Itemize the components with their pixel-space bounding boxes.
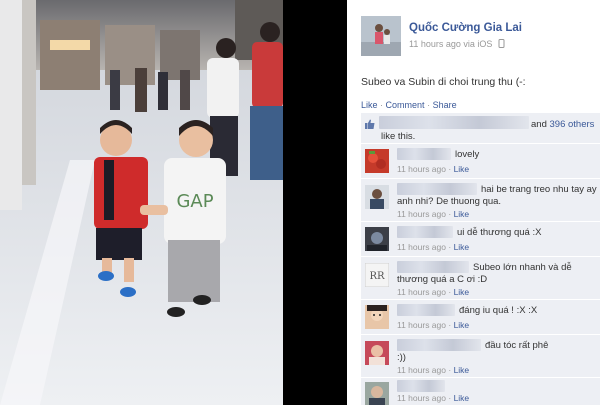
comment-time[interactable]: 11 hours ago xyxy=(397,209,446,219)
comment-text: ui dễ thương quá :X xyxy=(457,227,542,238)
comment-like-link[interactable]: Like xyxy=(454,393,470,403)
commenter-avatar[interactable] xyxy=(365,149,389,173)
comment-item: đầu tóc rất phê :)) 11 hours ago · Like xyxy=(361,335,600,378)
commenter-avatar[interactable] xyxy=(365,185,389,209)
comment-time[interactable]: 11 hours ago xyxy=(397,320,446,330)
comment-like-link[interactable]: Like xyxy=(454,365,470,375)
comment-text: hai be trang treo nhu tay ay xyxy=(481,184,597,195)
blurred-names xyxy=(379,116,529,129)
comment-meta: 11 hours ago · Like xyxy=(397,164,470,174)
comment-link[interactable]: Comment xyxy=(386,100,425,110)
timestamp-text[interactable]: 11 hours ago via iOS xyxy=(409,39,492,49)
comment-time[interactable]: 11 hours ago xyxy=(397,393,446,403)
post-message: Subeo va Subin di choi trung thu (-: xyxy=(361,76,526,88)
comment-item: 11 hours ago · Like xyxy=(361,378,600,405)
separator: · xyxy=(427,100,431,110)
commenter-name-blurred[interactable] xyxy=(397,261,469,273)
page-avatar[interactable] xyxy=(361,16,401,56)
comment-like-link[interactable]: Like xyxy=(454,164,470,174)
commenter-avatar[interactable] xyxy=(365,305,389,329)
comment-like-link[interactable]: Like xyxy=(454,209,470,219)
others-link[interactable]: 396 others xyxy=(550,119,595,130)
feedback-box: and 396 others like this. lovely 11 hour… xyxy=(361,113,600,405)
comment-text-line2: :)) xyxy=(397,352,406,363)
share-link[interactable]: Share xyxy=(433,100,457,110)
comment-time[interactable]: 11 hours ago xyxy=(397,242,446,252)
comment-like-link[interactable]: Like xyxy=(454,287,470,297)
likes-and: and 396 others xyxy=(531,119,595,130)
ios-icon xyxy=(498,39,505,48)
comment-meta: 11 hours ago · Like xyxy=(397,365,470,375)
commenter-avatar[interactable] xyxy=(365,382,389,405)
comment-time[interactable]: 11 hours ago xyxy=(397,164,446,174)
thumbs-up-icon xyxy=(365,119,375,129)
commenter-avatar[interactable]: RR xyxy=(365,263,389,287)
commenter-name-blurred[interactable] xyxy=(397,183,477,195)
comment-item: hai be trang treo nhu tay ay anh nhi? De… xyxy=(361,179,600,222)
separator: · xyxy=(380,100,384,110)
comment-like-link[interactable]: Like xyxy=(454,242,470,252)
page-name-link[interactable]: Quốc Cường Gia Lai xyxy=(409,22,522,34)
comment-meta: 11 hours ago · Like xyxy=(397,287,470,297)
commenter-name-blurred[interactable] xyxy=(397,304,455,316)
comment-item: ui dễ thương quá :X 11 hours ago · Like xyxy=(361,222,600,257)
comment-text: đầu tóc rất phê xyxy=(485,340,549,351)
comment-text-line2: thương quá a C ơi :D xyxy=(397,274,488,285)
commenter-avatar[interactable] xyxy=(365,341,389,365)
svg-text:RR: RR xyxy=(369,271,385,282)
likes-summary: and 396 others like this. xyxy=(361,113,600,144)
comment-item: RR Subeo lớn nhanh và dễ thương quá a C … xyxy=(361,257,600,300)
comment-meta: 11 hours ago · Like xyxy=(397,320,470,330)
comment-meta: 11 hours ago · Like xyxy=(397,393,470,403)
comment-like-link[interactable]: Like xyxy=(454,320,470,330)
comment-text: đáng iu quá ! :X :X xyxy=(459,305,538,316)
comment-time[interactable]: 11 hours ago xyxy=(397,365,446,375)
comment-item: đáng iu quá ! :X :X 11 hours ago · Like xyxy=(361,300,600,335)
commenter-name-blurred[interactable] xyxy=(397,226,453,238)
comment-text: lovely xyxy=(455,149,480,160)
comment-text-line2: anh nhi? De thuong qua. xyxy=(397,196,502,207)
comment-time[interactable]: 11 hours ago xyxy=(397,287,446,297)
comment-meta: 11 hours ago · Like xyxy=(397,209,470,219)
post-panel: Quốc Cường Gia Lai 11 hours ago via iOS … xyxy=(347,0,600,405)
comment-text: Subeo lớn nhanh và dễ xyxy=(473,262,572,273)
comment-item: lovely 11 hours ago · Like xyxy=(361,144,600,179)
like-link[interactable]: Like xyxy=(361,100,378,110)
comment-meta: 11 hours ago · Like xyxy=(397,242,470,252)
commenter-name-blurred[interactable] xyxy=(397,148,451,160)
likes-suffix: like this. xyxy=(381,131,416,142)
commenter-name-blurred[interactable] xyxy=(397,339,481,351)
commenter-name-blurred[interactable] xyxy=(397,380,445,392)
svg-text:GAP: GAP xyxy=(176,191,213,212)
mall-photo: GAP xyxy=(0,0,283,405)
post-actions: Like · Comment · Share xyxy=(361,100,457,110)
commenter-avatar[interactable] xyxy=(365,227,389,251)
post-timestamp[interactable]: 11 hours ago via iOS xyxy=(409,39,506,49)
post-photo[interactable]: GAP xyxy=(0,0,283,405)
